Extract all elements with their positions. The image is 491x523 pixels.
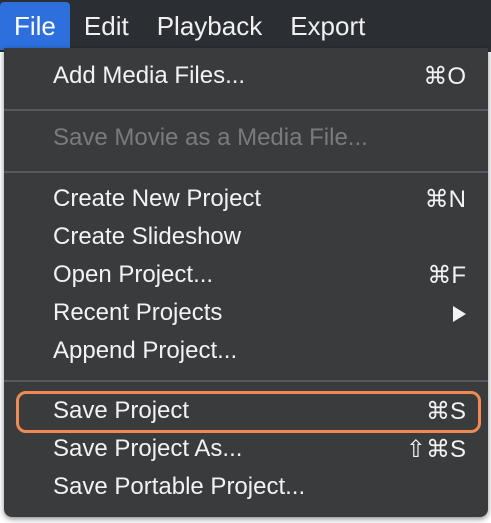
shortcut-label: ⌘N (424, 186, 466, 213)
shortcut-label: ⇧⌘S (405, 436, 466, 463)
menu-divider (4, 380, 488, 382)
menu-playback[interactable]: Playback (143, 2, 277, 50)
menu-item-label: Append Project... (53, 337, 238, 364)
menu-item-label: Recent Projects (53, 299, 223, 326)
menu-divider (4, 109, 488, 111)
menu-item-open-project[interactable]: Open Project... ⌘F (4, 257, 488, 295)
menu-item-create-slideshow[interactable]: Create Slideshow (4, 219, 488, 257)
menu-item-label: Add Media Files... (53, 62, 246, 89)
shortcut-label: ⌘S (425, 398, 466, 425)
menu-item-save-project[interactable]: Save Project ⌘S (4, 393, 488, 431)
menu-item-save-portable-project[interactable]: Save Portable Project... (4, 469, 488, 507)
menu-item-label: Create Slideshow (53, 223, 242, 250)
menu-item-add-media-files[interactable]: Add Media Files... ⌘O (4, 58, 488, 96)
menu-edit[interactable]: Edit (70, 2, 143, 50)
menu-item-save-movie: Save Movie as a Media File... (4, 120, 488, 158)
menu-item-recent-projects[interactable]: Recent Projects (4, 295, 488, 333)
menu-item-label: Create New Project (53, 185, 262, 212)
menu-item-create-new-project[interactable]: Create New Project ⌘N (4, 181, 488, 219)
menu-divider (4, 171, 488, 173)
menu-file[interactable]: File (0, 2, 70, 50)
menu-export[interactable]: Export (276, 2, 379, 50)
shortcut-label: ⌘O (423, 63, 466, 90)
menu-item-append-project[interactable]: Append Project... (4, 333, 488, 371)
shortcut-label: ⌘F (427, 262, 466, 289)
submenu-arrow-icon (453, 306, 466, 322)
menu-item-label: Open Project... (53, 261, 214, 288)
menu-item-save-project-as[interactable]: Save Project As... ⇧⌘S (4, 431, 488, 469)
menu-item-label: Save Project (53, 397, 190, 424)
menu-item-label: Save Portable Project... (53, 473, 306, 500)
file-menu-dropdown: Add Media Files... ⌘O Save Movie as a Me… (4, 48, 488, 517)
menu-bar: File Edit Playback Export (0, 0, 491, 52)
menu-item-label: Save Movie as a Media File... (53, 124, 368, 151)
menu-item-label: Save Project As... (53, 435, 243, 462)
